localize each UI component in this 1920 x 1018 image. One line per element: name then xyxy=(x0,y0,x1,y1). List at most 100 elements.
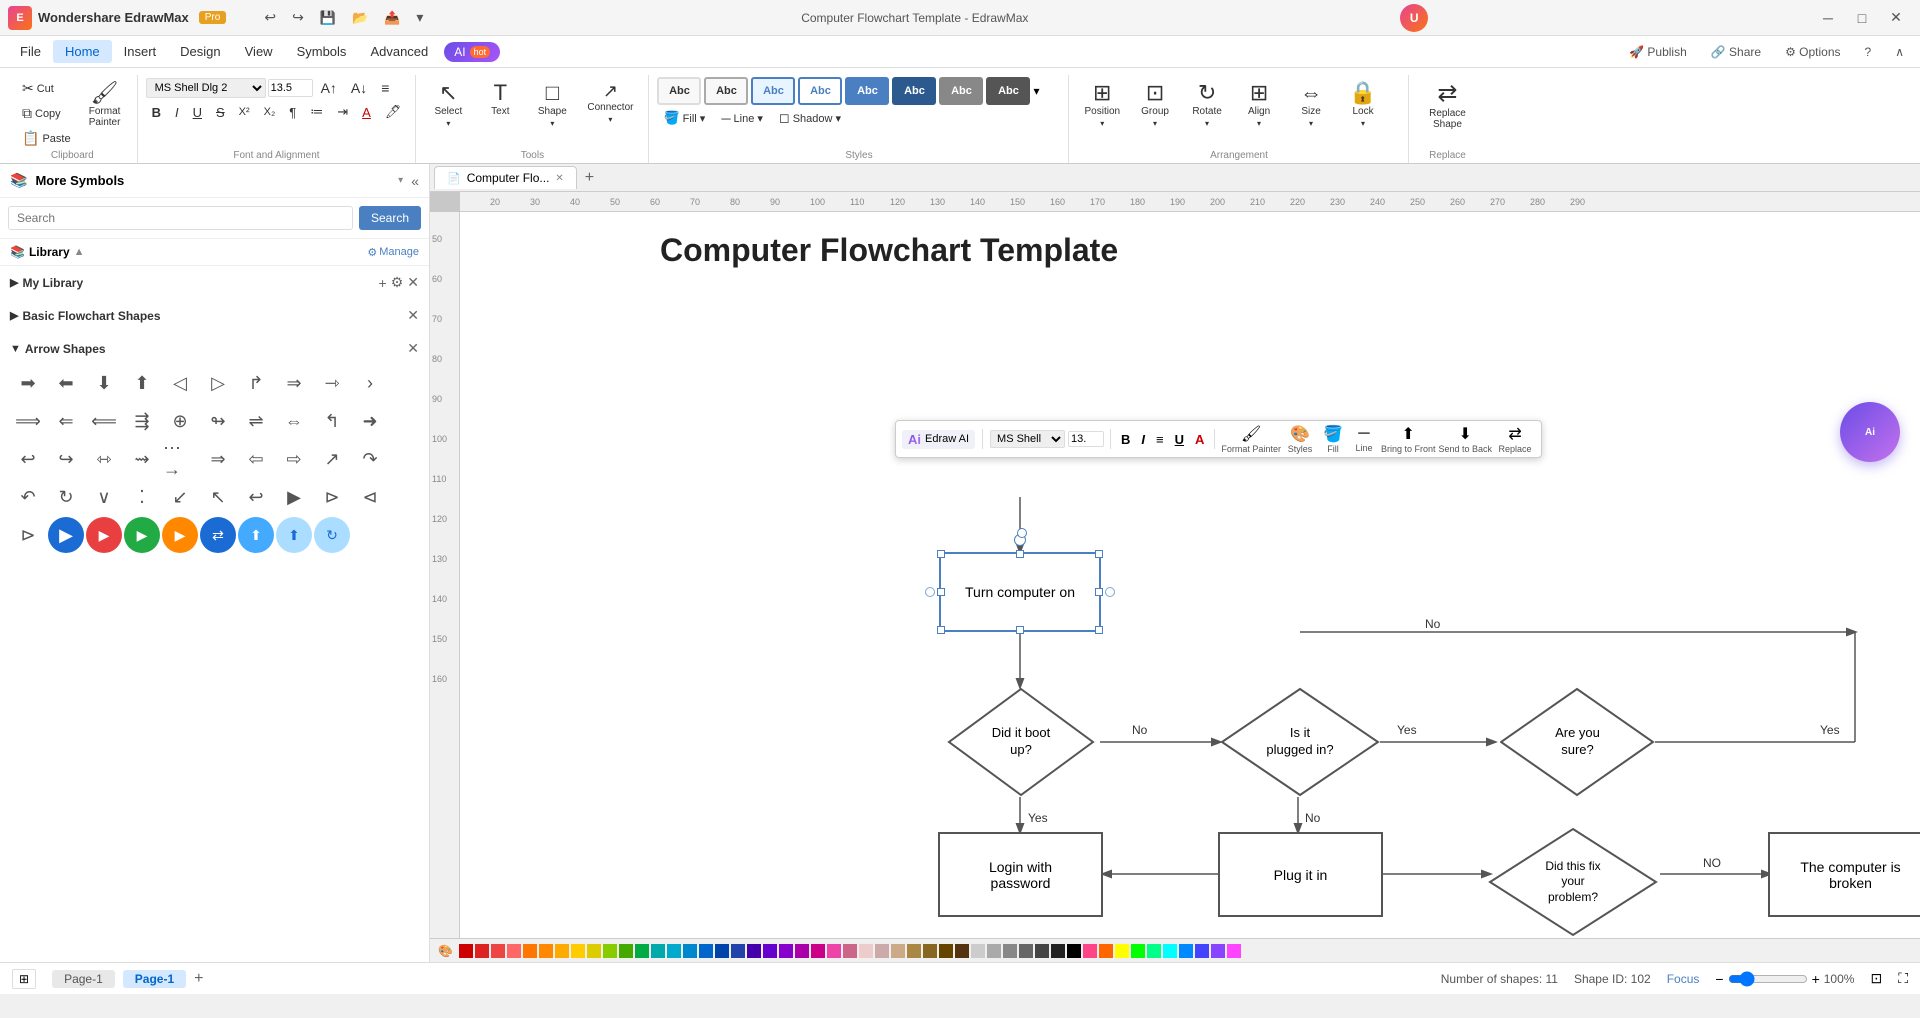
color-orange-light[interactable] xyxy=(555,944,569,958)
replace-shape-button[interactable]: ⇄ ReplaceShape xyxy=(1417,77,1477,135)
font-name-select[interactable]: MS Shell Dlg 2 xyxy=(146,78,266,98)
menu-symbols[interactable]: Symbols xyxy=(285,40,359,63)
arrow-shapes-header[interactable]: ▼ Arrow Shapes ✕ xyxy=(10,336,419,361)
ft-font-select[interactable]: MS Shell xyxy=(990,430,1065,448)
color-gray-medium[interactable] xyxy=(1003,944,1017,958)
shape-refresh[interactable]: ↻ xyxy=(314,517,350,553)
menu-file[interactable]: File xyxy=(8,40,53,63)
help-button[interactable]: ? xyxy=(1857,42,1880,62)
text-color-button[interactable]: A xyxy=(356,102,377,123)
group-button[interactable]: ⊡ Group ▾ xyxy=(1131,77,1179,133)
connector-button[interactable]: ↗ Connector ▾ xyxy=(580,77,640,129)
color-gray-light[interactable] xyxy=(971,944,985,958)
color-cyan[interactable] xyxy=(667,944,681,958)
shape-button[interactable]: □ Shape ▾ xyxy=(528,77,576,133)
superscript-button[interactable]: X² xyxy=(233,103,256,121)
color-black[interactable] xyxy=(1067,944,1081,958)
align-button[interactable]: ⊞ Align ▾ xyxy=(1235,77,1283,133)
shape-dot-arrow[interactable]: ⋯→ xyxy=(162,441,198,477)
color-blue-bright[interactable] xyxy=(1195,944,1209,958)
shape-blue-bidir[interactable]: ⇄ xyxy=(200,517,236,553)
cut-button[interactable]: ✂ Cut xyxy=(16,77,77,100)
node-plugged-in[interactable]: Is itplugged in? xyxy=(1220,687,1380,797)
font-size-input[interactable] xyxy=(268,79,313,97)
ft-format-painter-button[interactable]: 🖌 Format Painter xyxy=(1221,424,1281,454)
color-tan[interactable] xyxy=(891,944,905,958)
ft-line-button[interactable]: ─ Line xyxy=(1350,425,1378,453)
undo-button[interactable]: ↩ xyxy=(258,5,282,30)
ft-styles-button[interactable]: 🎨 Styles xyxy=(1284,424,1316,454)
shape-left-arrow-alt[interactable]: ⇦ xyxy=(238,441,274,477)
text-align-button[interactable]: ≡ xyxy=(375,77,395,99)
arrow-shapes-close-button[interactable]: ✕ xyxy=(407,340,419,357)
color-fuchsia[interactable] xyxy=(1227,944,1241,958)
color-almost-black[interactable] xyxy=(1051,944,1065,958)
ft-italic-button[interactable]: I xyxy=(1137,430,1149,449)
tab-close-button[interactable]: ✕ xyxy=(555,173,563,184)
shape-back-arrow-2[interactable]: ↪ xyxy=(48,441,84,477)
shape-up-circle[interactable]: ⬆ xyxy=(238,517,274,553)
shape-arrow-notched[interactable]: ⇾ xyxy=(314,365,350,401)
my-library-header[interactable]: ▶ My Library + ⚙ ✕ xyxy=(10,270,419,295)
color-sky-blue[interactable] xyxy=(683,944,697,958)
rotate-button[interactable]: ↻ Rotate ▾ xyxy=(1183,77,1231,133)
color-brown-light[interactable] xyxy=(907,944,921,958)
style-swatch-3[interactable]: Abc xyxy=(751,77,795,105)
style-swatch-8[interactable]: Abc xyxy=(986,77,1030,105)
color-dusty-rose[interactable] xyxy=(875,944,889,958)
focus-button[interactable]: Focus xyxy=(1667,972,1700,986)
shape-next-arrow[interactable]: ⊳ xyxy=(10,517,46,553)
shape-red-arrow[interactable]: ▶ xyxy=(86,517,122,553)
menu-view[interactable]: View xyxy=(233,40,285,63)
shape-bidir-arrow[interactable]: ⇌ xyxy=(238,403,274,439)
conn-point-top[interactable] xyxy=(1017,528,1027,538)
open-button[interactable]: 📂 xyxy=(346,6,374,30)
color-lime[interactable] xyxy=(1131,944,1145,958)
shape-sw-arrow[interactable]: ↙ xyxy=(162,479,198,515)
color-burnt-orange[interactable] xyxy=(1099,944,1113,958)
my-library-settings-button[interactable]: ⚙ xyxy=(391,274,404,291)
color-brown[interactable] xyxy=(923,944,937,958)
menu-home[interactable]: Home xyxy=(53,40,112,63)
position-button[interactable]: ⊞ Position ▾ xyxy=(1077,77,1127,133)
shape-outline-arrow[interactable]: ⇒ xyxy=(200,441,236,477)
highlight-button[interactable]: 🖊 xyxy=(379,101,408,123)
color-navy[interactable] xyxy=(731,944,745,958)
node-computer-broken[interactable]: The computer isbroken xyxy=(1768,832,1920,917)
shape-v-arrow[interactable]: ∨ xyxy=(86,479,122,515)
layout-toggle-button[interactable]: ⊞ xyxy=(12,969,36,989)
search-input[interactable] xyxy=(8,206,353,230)
shape-fat-arrow[interactable]: ➜ xyxy=(352,403,388,439)
color-yellow[interactable] xyxy=(571,944,585,958)
add-page-button[interactable]: + xyxy=(194,970,203,988)
color-blue[interactable] xyxy=(699,944,713,958)
color-pure-yellow[interactable] xyxy=(1115,944,1129,958)
color-charcoal[interactable] xyxy=(1035,944,1049,958)
ft-align-button[interactable]: ≡ xyxy=(1152,430,1168,449)
shape-arrow-up[interactable]: ⬆ xyxy=(124,365,160,401)
save-button[interactable]: 💾 xyxy=(314,6,342,30)
shape-curve-arrow-2[interactable]: ↶ xyxy=(10,479,46,515)
shape-multi-arrow[interactable]: ⇶ xyxy=(124,403,160,439)
shape-back-arrow[interactable]: ↩ xyxy=(10,441,46,477)
shape-nw-arrow[interactable]: ↖ xyxy=(200,479,236,515)
color-flamingo[interactable] xyxy=(1083,944,1097,958)
shape-play-btn[interactable]: ▶ xyxy=(276,479,312,515)
shape-quad-arrow[interactable]: ⊕ xyxy=(162,403,198,439)
ft-replace-button[interactable]: ⇄ Replace xyxy=(1495,424,1535,454)
shape-blue-arrow[interactable]: ▶ xyxy=(48,517,84,553)
color-yellow-green[interactable] xyxy=(603,944,617,958)
shape-s-arrow[interactable]: ↬ xyxy=(200,403,236,439)
style-swatch-2[interactable]: Abc xyxy=(704,77,748,105)
ft-fontcolor-button[interactable]: A xyxy=(1191,430,1208,449)
italic-button[interactable]: I xyxy=(169,102,185,123)
sidebar-collapse-button[interactable]: « xyxy=(411,173,419,189)
node-did-fix[interactable]: Did this fixyourproblem? xyxy=(1488,827,1658,937)
color-green-teal[interactable] xyxy=(635,944,649,958)
color-teal[interactable] xyxy=(651,944,665,958)
color-rose[interactable] xyxy=(843,944,857,958)
style-swatch-1[interactable]: Abc xyxy=(657,77,701,105)
ft-bold-button[interactable]: B xyxy=(1117,430,1134,449)
shape-arrow-right[interactable]: ➡ xyxy=(10,365,46,401)
fit-page-button[interactable]: ⊡ xyxy=(1870,970,1882,987)
